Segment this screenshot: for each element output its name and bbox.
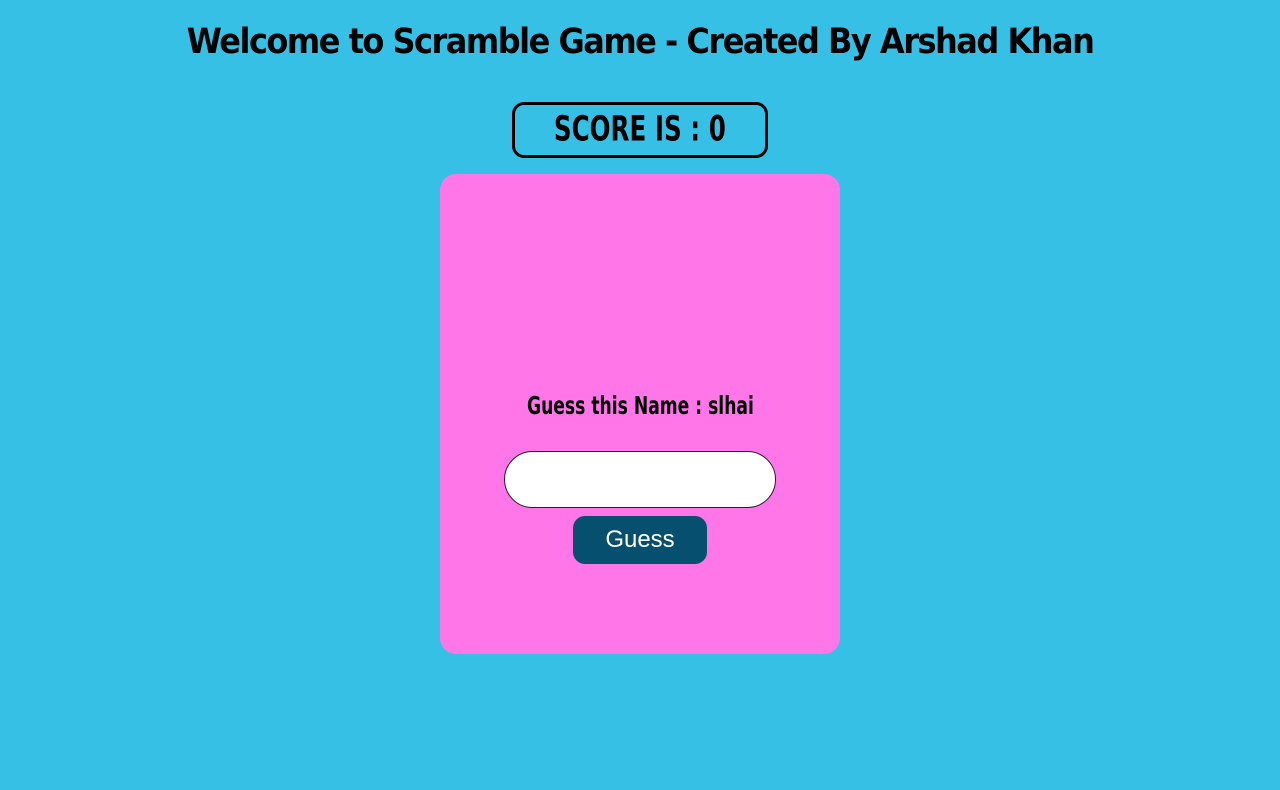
guess-button[interactable]: Guess [573, 516, 707, 564]
question-text: Guess this Name : slhai [526, 392, 754, 421]
game-card: Guess this Name : slhai Guess [440, 174, 840, 654]
score-label: SCORE IS : 0 [554, 109, 726, 150]
score-badge: SCORE IS : 0 [512, 102, 768, 158]
score-container: SCORE IS : 0 [0, 102, 1280, 158]
guess-input[interactable] [504, 451, 776, 508]
question-heading: Guess this Name : slhai [440, 392, 840, 421]
page-title: Welcome to Scramble Game - Created By Ar… [186, 20, 1095, 62]
